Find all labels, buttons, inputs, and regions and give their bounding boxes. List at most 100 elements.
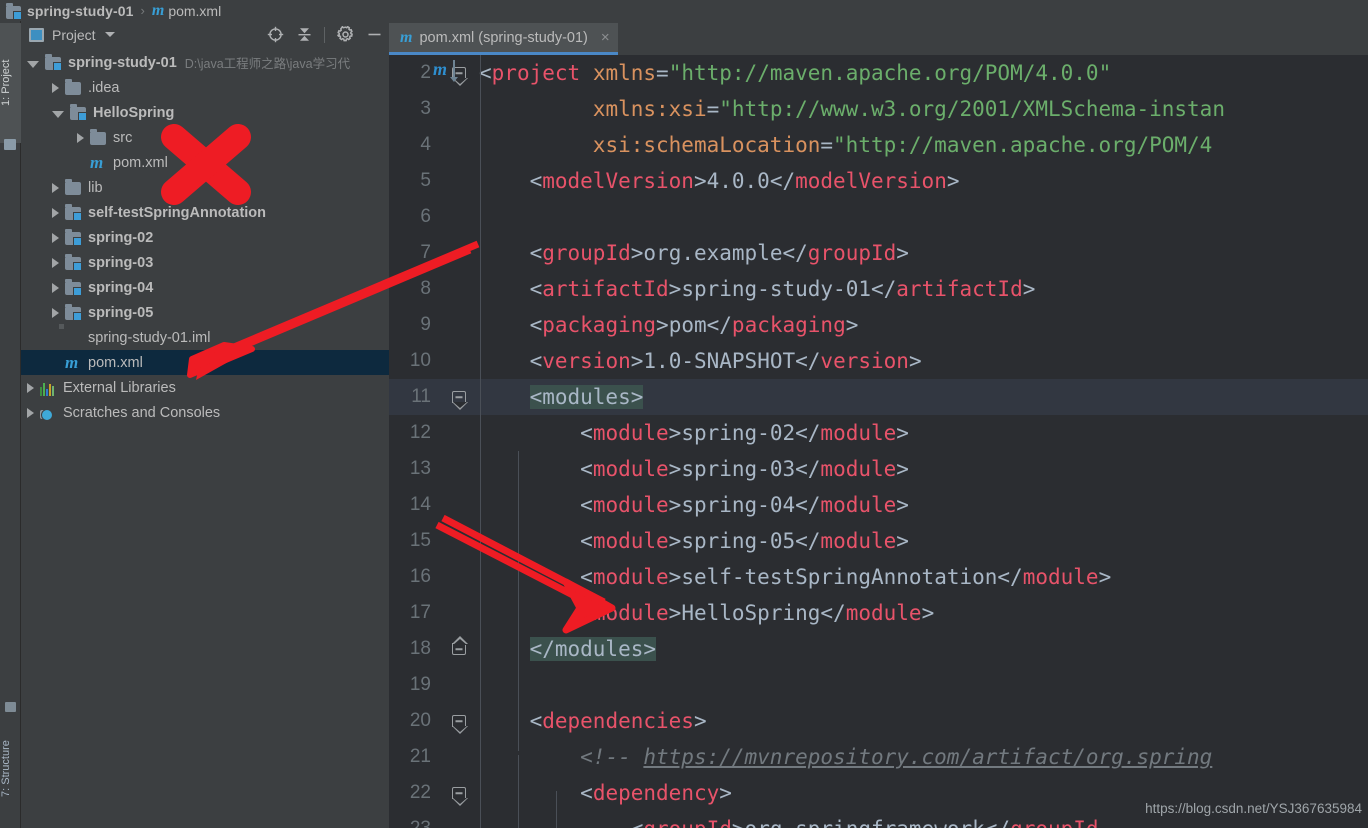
minimize-icon[interactable]: [365, 26, 383, 44]
maven-m-icon[interactable]: m: [433, 59, 447, 80]
tree-item-lib[interactable]: lib: [21, 175, 389, 200]
tree-item-pom-xml[interactable]: m pom.xml: [21, 350, 389, 375]
fold-end-icon[interactable]: [439, 631, 479, 667]
chevron-right-icon[interactable]: [52, 207, 59, 218]
chevron-right-icon[interactable]: [27, 382, 34, 393]
project-tree[interactable]: spring-study-01 D:\java工程师之路\java学习代 .idea…: [21, 48, 389, 828]
line-number: 14: [409, 494, 431, 515]
fold-expanded-icon[interactable]: [439, 775, 479, 811]
chevron-right-icon[interactable]: [27, 407, 34, 418]
tree-item-external-libraries[interactable]: External Libraries: [21, 375, 389, 400]
chevron-right-icon[interactable]: [52, 257, 59, 268]
code-line[interactable]: 5 <modelVersion>4.0.0</modelVersion>: [389, 163, 1368, 199]
code-line[interactable]: 15 <module>spring-05</module>: [389, 523, 1368, 559]
code-line[interactable]: 17 <module>HelloSpring</module>: [389, 595, 1368, 631]
chevron-down-icon[interactable]: [104, 32, 115, 37]
tree-item-label: spring-05: [88, 304, 154, 321]
code-text: <module>spring-03</module>: [580, 457, 909, 481]
line-number: 22: [409, 782, 431, 803]
tree-item-pom-xml[interactable]: m pom.xml: [21, 150, 389, 175]
chevron-right-icon[interactable]: [52, 307, 59, 318]
tree-item-spring-02[interactable]: spring-02: [21, 225, 389, 250]
collapse-all-icon[interactable]: [295, 26, 313, 44]
line-number: 5: [420, 170, 431, 191]
code-line[interactable]: 6: [389, 199, 1368, 235]
maven-import-arrow-icon[interactable]: [450, 60, 458, 82]
breadcrumb-project[interactable]: spring-study-01: [27, 3, 134, 19]
line-number: 18: [409, 638, 431, 659]
fold-expanded-icon[interactable]: [439, 379, 479, 415]
code-line[interactable]: 10 <version>1.0-SNAPSHOT</version>: [389, 343, 1368, 379]
tree-item-spring-study-01-iml[interactable]: spring-study-01.iml: [21, 325, 389, 350]
tool-window-tab-structure[interactable]: 7: Structure: [0, 714, 21, 824]
code-text: <groupId>org.springframework</groupId: [479, 817, 1368, 828]
fold-expanded-icon[interactable]: [439, 703, 479, 739]
module-folder-icon: [70, 103, 87, 121]
chevron-right-icon[interactable]: [77, 132, 84, 143]
close-icon[interactable]: ×: [601, 29, 610, 46]
tree-item-src[interactable]: src: [21, 125, 389, 150]
tree-item-spring-05[interactable]: spring-05: [21, 300, 389, 325]
line-number: 11: [411, 386, 431, 407]
tree-item-label: spring-study-01: [68, 54, 177, 71]
locate-target-icon[interactable]: [266, 26, 284, 44]
code-editor[interactable]: 2 <project xmlns="http://maven.apache.org…: [389, 55, 1368, 828]
code-line[interactable]: 20 <dependencies>: [389, 703, 1368, 739]
line-number: 19: [409, 674, 431, 695]
tree-item-spring-study-01[interactable]: spring-study-01 D:\java工程师之路\java学习代: [21, 50, 389, 75]
code-line[interactable]: 8 <artifactId>spring-study-01</artifactI…: [389, 271, 1368, 307]
line-number: 12: [409, 422, 431, 443]
code-line[interactable]: 18 </modules>: [389, 631, 1368, 667]
editor-tab-pom-xml[interactable]: m pom.xml (spring-study-01) ×: [389, 23, 618, 55]
project-panel-toolbar: [266, 21, 383, 48]
tree-item-scratches-and-consoles[interactable]: >_ Scratches and Consoles: [21, 400, 389, 425]
folder-icon: [65, 178, 82, 196]
code-line[interactable]: 16 <module>self-testSpringAnnotation</mo…: [389, 559, 1368, 595]
line-number: 10: [409, 350, 431, 371]
code-line[interactable]: 19: [389, 667, 1368, 703]
chevron-right-icon[interactable]: [52, 232, 59, 243]
line-number: 3: [420, 98, 431, 119]
tree-item-spring-04[interactable]: spring-04: [21, 275, 389, 300]
chevron-down-icon[interactable]: [52, 110, 64, 118]
code-text: xsi:schemaLocation="http://maven.apache.…: [592, 133, 1213, 157]
code-line[interactable]: 7 <groupId>org.example</groupId>: [389, 235, 1368, 271]
gear-icon[interactable]: [336, 26, 354, 44]
tree-item-hellospring[interactable]: HelloSpring: [21, 100, 389, 125]
code-text: <!-- https://mvnrepository.com/artifact/…: [580, 745, 1213, 769]
indent-guide: [556, 791, 557, 828]
editor-tab-bar: m pom.xml (spring-study-01) ×: [389, 21, 1368, 55]
chevron-down-icon[interactable]: [27, 60, 39, 68]
code-line[interactable]: 13 <module>spring-03</module>: [389, 451, 1368, 487]
breadcrumb-file[interactable]: pom.xml: [168, 3, 221, 19]
tree-item-spring-03[interactable]: spring-03: [21, 250, 389, 275]
code-line[interactable]: 12 <module>spring-02</module>: [389, 415, 1368, 451]
line-number: 8: [420, 278, 431, 299]
code-line[interactable]: 9 <packaging>pom</packaging>: [389, 307, 1368, 343]
tree-item-label: External Libraries: [63, 379, 176, 396]
code-line[interactable]: 4 xsi:schemaLocation="http://maven.apach…: [389, 127, 1368, 163]
tree-item-self-testspringannotation[interactable]: self-testSpringAnnotation: [21, 200, 389, 225]
code-line[interactable]: 3 xmlns:xsi="http://www.w3.org/2001/XMLS…: [389, 91, 1368, 127]
scratches-icon: >_: [40, 409, 52, 419]
tree-item-label: self-testSpringAnnotation: [88, 204, 267, 221]
code-line[interactable]: 14 <module>spring-04</module>: [389, 487, 1368, 523]
chevron-right-icon[interactable]: [52, 182, 59, 193]
chevron-right-icon[interactable]: [52, 282, 59, 293]
tree-item-idea[interactable]: .idea: [21, 75, 389, 100]
code-text: xmlns:xsi="http://www.w3.org/2001/XMLSch…: [592, 97, 1225, 121]
code-text: <project xmlns="http://maven.apache.org/…: [479, 61, 1112, 85]
code-line[interactable]: 21 <!-- https://mvnrepository.com/artifa…: [389, 739, 1368, 775]
editor-area: m pom.xml (spring-study-01) × 2 <project …: [389, 21, 1368, 828]
code-line[interactable]: 2 <project xmlns="http://maven.apache.org…: [389, 55, 1368, 91]
line-number: 23: [389, 818, 439, 828]
chevron-right-icon[interactable]: [52, 82, 59, 93]
code-line[interactable]: 11 <modules>: [389, 379, 1368, 415]
tool-window-tab-project[interactable]: 1: Project: [0, 23, 21, 143]
